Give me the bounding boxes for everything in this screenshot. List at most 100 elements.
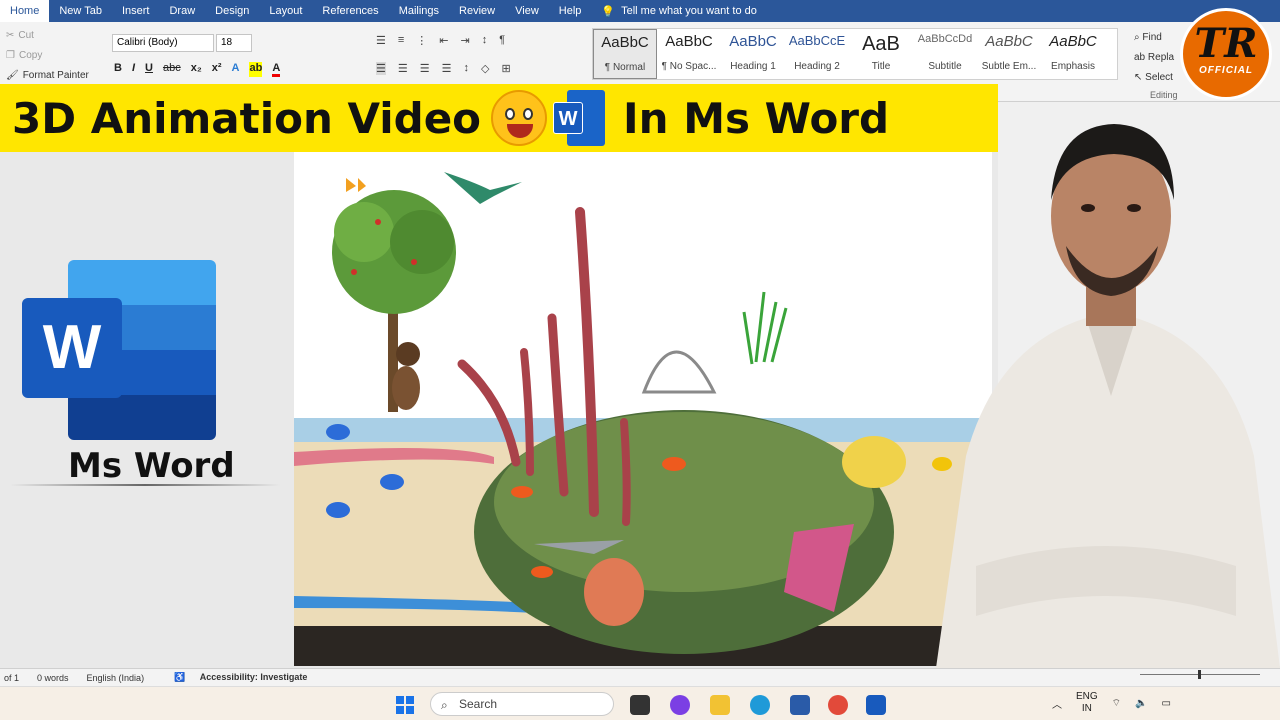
multilevel-icon[interactable]: ⋮ <box>416 34 427 47</box>
align-left-icon[interactable]: ☰ <box>376 62 386 75</box>
replace-icon: ab <box>1134 52 1146 63</box>
chrome-icon[interactable] <box>828 695 848 715</box>
chat-icon[interactable] <box>670 695 690 715</box>
battery-icon[interactable]: ▭ <box>1162 698 1171 709</box>
taskbar-search[interactable]: ⌕ Search <box>430 692 614 716</box>
lightbulb-icon: 💡 <box>601 5 616 18</box>
document-page[interactable] <box>294 152 992 666</box>
borders-icon[interactable]: ⊞ <box>501 62 510 75</box>
copy-button[interactable]: ❐ Copy <box>6 46 89 66</box>
presenter-photo <box>936 124 1280 668</box>
scissors-icon: ✂ <box>6 30 15 41</box>
tab-new-tab[interactable]: New Tab <box>49 0 112 22</box>
edge-icon[interactable] <box>750 695 770 715</box>
select-button[interactable]: ↖ Select <box>1134 68 1174 88</box>
align-center-icon[interactable]: ☰ <box>398 62 408 75</box>
paragraph-row-2: ☰ ☰ ☰ ☰ ↕ ◇ ⊞ <box>376 62 511 75</box>
pilcrow-icon[interactable]: ¶ <box>499 34 505 47</box>
coral-reef-3d-scene <box>294 172 992 666</box>
brush-icon: 🖌 <box>6 70 19 81</box>
word-logo-small-icon: W <box>553 88 606 148</box>
bullets-icon[interactable]: ☰ <box>376 34 386 47</box>
underline-button[interactable]: U <box>145 62 153 77</box>
copy-icon: ❐ <box>6 50 15 61</box>
title-banner: 3D Animation Video W In Ms Word <box>0 84 998 152</box>
hummingbird <box>444 172 522 204</box>
left-eye <box>1081 204 1095 212</box>
caption-underline <box>10 484 280 486</box>
tab-home[interactable]: Home <box>0 0 50 22</box>
sort-icon[interactable]: ↕ <box>482 34 488 47</box>
line-spacing-icon[interactable]: ↕ <box>464 62 470 75</box>
fish-blue-1 <box>326 424 350 440</box>
align-right-icon[interactable]: ☰ <box>420 62 430 75</box>
volume-icon[interactable]: 🔈 <box>1135 698 1147 709</box>
tab-mailings[interactable]: Mailings <box>389 0 449 22</box>
style-subtle-emphasis[interactable]: AaBbC Subtle Em... <box>977 29 1041 79</box>
style-emphasis[interactable]: AaBbC Emphasis <box>1041 29 1105 79</box>
status-bar: of 1 0 words English (India) ♿ Accessibi… <box>0 668 1280 686</box>
tab-draw[interactable]: Draw <box>159 0 205 22</box>
editing-group: ⌕ Find ab Repla ↖ Select <box>1134 28 1174 88</box>
tab-design[interactable]: Design <box>205 0 259 22</box>
start-button[interactable] <box>396 696 414 714</box>
style-no-spacing[interactable]: AaBbC ¶ No Spac... <box>657 29 721 79</box>
font-format-row: B I U abc x₂ x² A ab A <box>114 62 281 77</box>
style-heading-2[interactable]: AaBbCcE Heading 2 <box>785 29 849 79</box>
tab-view[interactable]: View <box>505 0 549 22</box>
accessibility-checker[interactable]: ♿ Accessibility: Investigate <box>162 672 307 683</box>
tab-layout[interactable]: Layout <box>259 0 312 22</box>
fish-blue-3 <box>326 502 350 518</box>
paragraph-row-1: ☰ ≡ ⋮ ⇤ ⇥ ↕ ¶ <box>376 34 505 47</box>
style-heading-1[interactable]: AaBbC Heading 1 <box>721 29 785 79</box>
highlight-icon[interactable]: ab <box>249 62 263 77</box>
tell-me-box[interactable]: 💡 Tell me what you want to do <box>601 5 756 18</box>
clownfish-2 <box>531 566 553 578</box>
style-normal[interactable]: AaBbC ¶ Normal <box>593 29 657 79</box>
font-size-select[interactable]: 18 <box>216 34 252 52</box>
right-eye <box>1127 204 1141 212</box>
format-painter-button[interactable]: 🖌 Format Painter <box>6 66 89 86</box>
store-icon[interactable] <box>790 695 810 715</box>
channel-logo: TR OFFICIAL <box>1180 8 1272 100</box>
search-icon: ⌕ <box>441 698 448 712</box>
text-effects-icon[interactable]: A <box>232 62 240 77</box>
superscript-button[interactable]: x² <box>212 62 222 77</box>
bold-button[interactable]: B <box>114 62 122 77</box>
styles-gallery: AaBbC ¶ Normal AaBbC ¶ No Spac... AaBbC Hea… <box>592 28 1118 80</box>
page-count[interactable]: of 1 <box>4 673 19 683</box>
tab-review[interactable]: Review <box>449 0 505 22</box>
find-button[interactable]: ⌕ Find <box>1134 28 1174 48</box>
replace-button[interactable]: ab Repla <box>1134 48 1174 68</box>
justify-icon[interactable]: ☰ <box>442 62 452 75</box>
banner-title-part2: In Ms Word <box>623 93 890 143</box>
word-taskbar-icon[interactable] <box>866 695 886 715</box>
decrease-indent-icon[interactable]: ⇤ <box>439 34 448 47</box>
clownfish-1 <box>662 457 686 471</box>
style-title[interactable]: AaB Title <box>849 29 913 79</box>
font-name-select[interactable]: Calibri (Body) <box>112 34 214 52</box>
font-color-icon[interactable]: A <box>272 62 281 77</box>
shading-icon[interactable]: ◇ <box>481 62 489 75</box>
tab-insert[interactable]: Insert <box>112 0 160 22</box>
subscript-button[interactable]: x₂ <box>191 62 202 77</box>
word-count[interactable]: 0 words <box>37 673 69 683</box>
italic-button[interactable]: I <box>132 62 135 77</box>
sea-grass <box>742 291 788 365</box>
language-switcher[interactable]: ENG IN <box>1076 691 1098 715</box>
strikethrough-button[interactable]: abc <box>163 62 181 77</box>
file-explorer-icon[interactable] <box>710 695 730 715</box>
style-subtitle[interactable]: AaBbCcDd Subtitle <box>913 29 977 79</box>
ribbon-tab-bar: Home New Tab Insert Draw Design Layout R… <box>0 0 1280 22</box>
cut-button[interactable]: ✂ Cut <box>6 26 89 46</box>
tab-references[interactable]: References <box>312 0 388 22</box>
increase-indent-icon[interactable]: ⇥ <box>461 34 470 47</box>
language-indicator[interactable]: English (India) <box>87 673 145 683</box>
zoom-slider[interactable] <box>1140 670 1260 679</box>
chevron-up-icon[interactable]: ︿ <box>1052 696 1062 711</box>
tab-help[interactable]: Help <box>549 0 592 22</box>
numbering-icon[interactable]: ≡ <box>398 34 404 47</box>
wifi-icon[interactable]: ⌔ <box>1112 697 1121 710</box>
task-view-icon[interactable] <box>630 695 650 715</box>
orange-coral <box>584 558 644 626</box>
